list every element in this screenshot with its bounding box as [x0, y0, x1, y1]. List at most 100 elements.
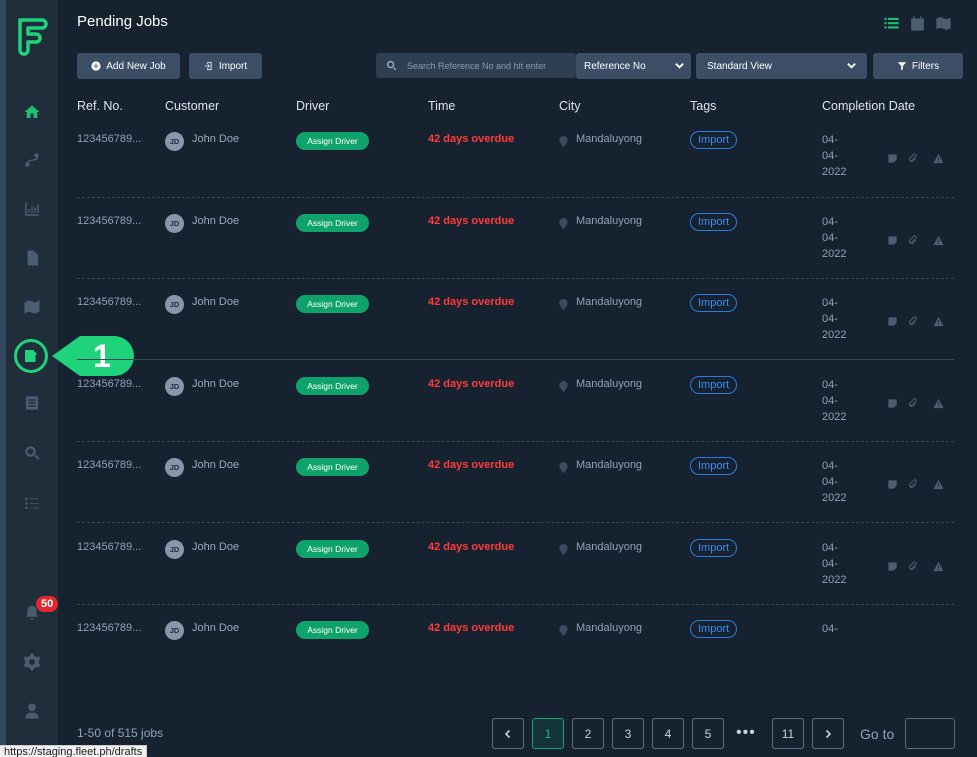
- step-callout: 1: [52, 336, 134, 376]
- page-title: Pending Jobs: [77, 13, 168, 30]
- page-button-2[interactable]: 2: [572, 718, 604, 749]
- tag-badge[interactable]: Import: [690, 457, 738, 475]
- checklist-icon[interactable]: [19, 490, 45, 516]
- add-new-job-label: Add New Job: [106, 60, 166, 72]
- logo[interactable]: [12, 12, 52, 58]
- column-header-ref[interactable]: Ref. No.: [77, 99, 123, 113]
- list-report-icon[interactable]: [19, 390, 45, 416]
- note-icon[interactable]: [887, 559, 898, 571]
- completion-date: 04- 04- 2022: [822, 214, 846, 262]
- warning-icon[interactable]: [933, 396, 944, 409]
- add-new-job-button[interactable]: Add New Job: [77, 53, 180, 79]
- column-header-completion-date[interactable]: Completion Date: [822, 99, 915, 113]
- import-button[interactable]: Import: [189, 53, 262, 79]
- column-header-tags[interactable]: Tags: [690, 99, 716, 113]
- assign-driver-button[interactable]: Assign Driver: [296, 377, 369, 395]
- page-button-11[interactable]: 11: [772, 718, 804, 749]
- customer-name: John Doe: [192, 541, 240, 553]
- view-switch: [882, 14, 952, 32]
- location-pin-icon: [559, 460, 568, 473]
- home-icon[interactable]: [19, 99, 45, 125]
- note-icon[interactable]: [887, 233, 898, 245]
- warning-icon[interactable]: [933, 233, 944, 246]
- filters-button[interactable]: Filters: [873, 53, 963, 79]
- assign-driver-button[interactable]: Assign Driver: [296, 458, 369, 476]
- list-view-icon[interactable]: [882, 14, 900, 32]
- route-icon[interactable]: [19, 147, 45, 173]
- warning-icon[interactable]: [933, 314, 944, 327]
- ref-number[interactable]: 123456789...: [77, 133, 141, 145]
- note-icon[interactable]: [887, 151, 898, 163]
- column-header-driver[interactable]: Driver: [296, 99, 329, 113]
- column-header-customer[interactable]: Customer: [165, 99, 219, 113]
- tag-badge[interactable]: Import: [690, 620, 738, 638]
- note-icon[interactable]: [887, 396, 898, 408]
- column-header-city[interactable]: City: [559, 99, 581, 113]
- ref-number[interactable]: 123456789...: [77, 622, 141, 634]
- ref-number[interactable]: 123456789...: [77, 296, 141, 308]
- tag-badge[interactable]: Import: [690, 539, 738, 557]
- document-icon[interactable]: [19, 245, 45, 271]
- assign-driver-button[interactable]: Assign Driver: [296, 214, 369, 232]
- page-button-5[interactable]: 5: [692, 718, 724, 749]
- warning-icon[interactable]: [933, 477, 944, 490]
- assign-driver-button[interactable]: Assign Driver: [296, 621, 369, 639]
- ref-number[interactable]: 123456789...: [77, 459, 141, 471]
- tag-badge[interactable]: Import: [690, 294, 738, 312]
- avatar: JD: [165, 377, 184, 396]
- prev-page-button[interactable]: [492, 718, 524, 749]
- import-icon: [204, 61, 212, 71]
- customer-name: John Doe: [192, 296, 240, 308]
- attachment-icon[interactable]: [907, 233, 918, 244]
- assign-driver-button[interactable]: Assign Driver: [296, 540, 369, 558]
- page-button-3[interactable]: 3: [612, 718, 644, 749]
- row-divider: [77, 278, 954, 279]
- plus-circle-icon: [91, 61, 101, 71]
- ref-number[interactable]: 123456789...: [77, 378, 141, 390]
- view-select[interactable]: Standard View: [696, 53, 867, 79]
- tag-badge[interactable]: Import: [690, 213, 738, 231]
- warning-icon[interactable]: [933, 559, 944, 572]
- attachment-icon[interactable]: [907, 396, 918, 407]
- completion-date-part: 04-: [822, 232, 838, 244]
- attachment-icon[interactable]: [907, 151, 918, 162]
- overdue-status: 42 days overdue: [428, 459, 515, 471]
- search-input[interactable]: [407, 60, 567, 71]
- tag-badge[interactable]: Import: [690, 376, 738, 394]
- reference-select[interactable]: Reference No: [576, 53, 691, 79]
- chevron-down-icon: [846, 60, 857, 71]
- ref-number[interactable]: 123456789...: [77, 541, 141, 553]
- attachment-icon[interactable]: [907, 477, 918, 488]
- user-icon[interactable]: [19, 698, 45, 724]
- avatar: JD: [165, 621, 184, 640]
- tag-badge[interactable]: Import: [690, 131, 738, 149]
- page-button-1[interactable]: 1: [532, 718, 564, 749]
- completion-date: 04-: [822, 621, 838, 637]
- analytics-icon[interactable]: [19, 196, 45, 222]
- next-page-button[interactable]: [812, 718, 844, 749]
- calendar-view-icon[interactable]: [908, 14, 926, 32]
- attachment-icon[interactable]: [907, 314, 918, 325]
- city-name: Mandaluyong: [576, 133, 643, 145]
- warning-icon[interactable]: [933, 151, 944, 164]
- attachment-icon[interactable]: [907, 559, 918, 570]
- avatar: JD: [165, 132, 184, 151]
- map-icon[interactable]: [19, 294, 45, 320]
- avatar: JD: [165, 295, 184, 314]
- location-pin-icon: [559, 542, 568, 555]
- column-header-time[interactable]: Time: [428, 99, 455, 113]
- page-button-4[interactable]: 4: [652, 718, 684, 749]
- notification-badge: 50: [36, 596, 59, 612]
- gear-icon[interactable]: [19, 649, 45, 675]
- city-name: Mandaluyong: [576, 215, 643, 227]
- assign-driver-button[interactable]: Assign Driver: [296, 295, 369, 313]
- note-icon[interactable]: [887, 477, 898, 489]
- note-icon[interactable]: [887, 314, 898, 326]
- goto-page-input[interactable]: [905, 718, 955, 749]
- assign-driver-button[interactable]: Assign Driver: [296, 132, 369, 150]
- pagination-ellipsis[interactable]: •••: [736, 724, 756, 742]
- drafts-icon[interactable]: [14, 339, 48, 373]
- search-nav-icon[interactable]: [19, 440, 45, 466]
- map-view-icon[interactable]: [934, 14, 952, 32]
- ref-number[interactable]: 123456789...: [77, 215, 141, 227]
